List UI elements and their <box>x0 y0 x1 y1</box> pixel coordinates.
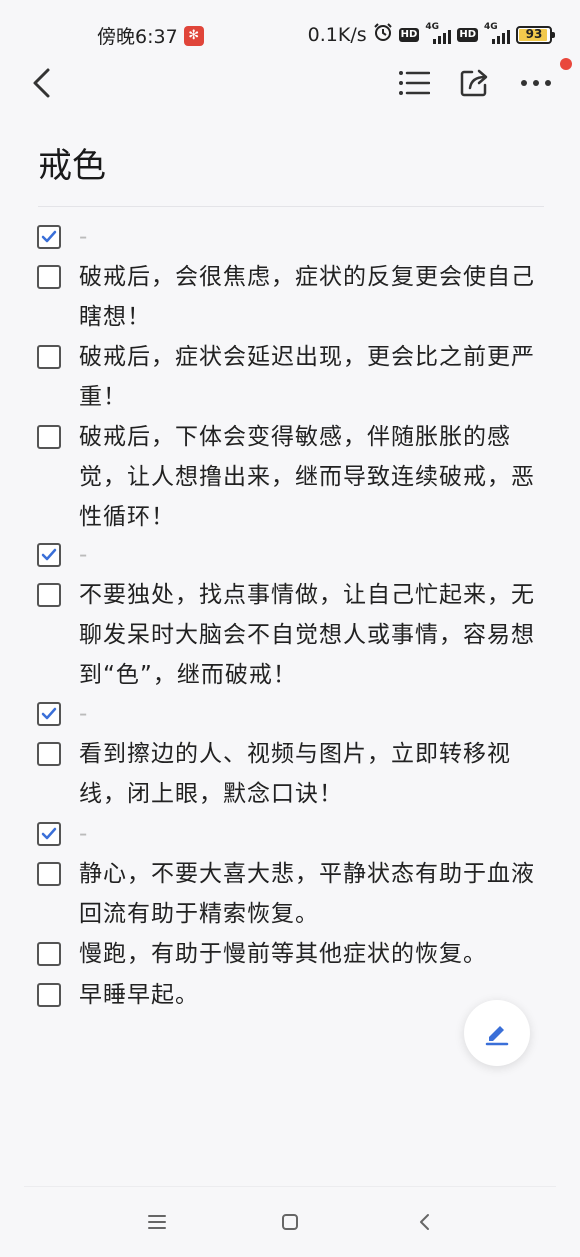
checkbox[interactable] <box>37 862 61 886</box>
status-left: 傍晚6:37 ✻ <box>97 22 204 49</box>
battery-icon: 93 <box>516 25 555 44</box>
navigation-bar <box>0 1196 580 1246</box>
notification-icon: ✻ <box>183 25 204 46</box>
checklist-item-text[interactable]: - <box>79 217 539 257</box>
more-dots-icon <box>521 80 551 86</box>
more-button[interactable] <box>516 63 556 103</box>
note-title[interactable]: 戒色 <box>38 138 106 187</box>
signal-icon-2: 4G <box>484 22 510 46</box>
status-time: 傍晚6:37 <box>97 26 178 48</box>
checklist-item-text[interactable]: 早睡早起。 <box>79 975 539 1015</box>
chevron-left-icon <box>33 68 50 98</box>
checklist-item-text[interactable]: - <box>79 535 539 575</box>
nav-divider <box>24 1186 556 1187</box>
nav-home-button[interactable] <box>270 1202 310 1242</box>
signal-icon: 4G <box>425 22 452 46</box>
home-icon <box>282 1214 298 1230</box>
menu-icon <box>148 1215 166 1229</box>
nav-back-button[interactable] <box>404 1202 444 1242</box>
share-icon <box>460 69 488 97</box>
status-right: 0.1K/s HD 4G HD 4G 93 <box>307 22 555 47</box>
checkbox-checked[interactable] <box>37 702 61 726</box>
checklist-item-text[interactable]: 破戒后，症状会延迟出现，更会比之前更严重！ <box>79 337 539 417</box>
checkbox-checked[interactable] <box>37 225 61 249</box>
checklist-item-text[interactable]: 慢跑，有助于慢前等其他症状的恢复。 <box>79 934 539 974</box>
checklist-button[interactable] <box>394 63 434 103</box>
checkbox[interactable] <box>37 425 61 449</box>
checklist-item-text[interactable]: 破戒后，会很焦虑，症状的反复更会使自己瞎想！ <box>79 257 539 337</box>
checkbox[interactable] <box>37 583 61 607</box>
checklist-item-text[interactable]: 不要独处，找点事情做，让自己忙起来，无聊发呆时大脑会不自觉想人或事情，容易想到“… <box>79 575 539 695</box>
hd-icon: HD <box>398 27 420 42</box>
checklist-item-text[interactable]: 静心，不要大喜大悲，平静状态有助于血液回流有助于精索恢复。 <box>79 854 539 934</box>
checkbox[interactable] <box>37 983 61 1007</box>
checklist-item-text[interactable]: - <box>79 814 539 854</box>
checklist-item-text[interactable]: 破戒后，下体会变得敏感，伴随胀胀的感觉，让人想撸出来，继而导致连续破戒，恶性循环… <box>79 417 539 537</box>
checkbox[interactable] <box>37 265 61 289</box>
checklist-item-text[interactable]: - <box>79 694 539 734</box>
back-button[interactable] <box>22 63 62 103</box>
share-button[interactable] <box>454 63 494 103</box>
checklist-item-text[interactable]: 看到擦边的人、视频与图片，立即转移视线，闭上眼，默念口诀！ <box>79 734 539 814</box>
checklist-icon <box>399 71 430 95</box>
title-divider <box>38 206 544 207</box>
checkbox-checked[interactable] <box>37 543 61 567</box>
checkbox[interactable] <box>37 942 61 966</box>
checkbox-checked[interactable] <box>37 822 61 846</box>
back-icon <box>420 1214 429 1230</box>
edit-button[interactable] <box>464 1000 530 1066</box>
status-bar: 傍晚6:37 ✻ 0.1K/s HD 4G HD 4G 93 <box>0 0 580 64</box>
check-icon <box>41 548 57 561</box>
check-icon <box>41 707 57 720</box>
checkbox[interactable] <box>37 345 61 369</box>
check-icon <box>41 827 57 840</box>
checkbox[interactable] <box>37 742 61 766</box>
nav-menu-button[interactable] <box>137 1202 177 1242</box>
hd-icon-2: HD <box>457 27 478 42</box>
battery-level: 93 <box>525 26 543 41</box>
toolbar <box>0 58 580 108</box>
net-speed: 0.1K/s <box>307 23 367 46</box>
check-icon <box>41 230 57 243</box>
edit-pencil-icon <box>485 1026 509 1046</box>
alarm-icon <box>373 22 393 47</box>
